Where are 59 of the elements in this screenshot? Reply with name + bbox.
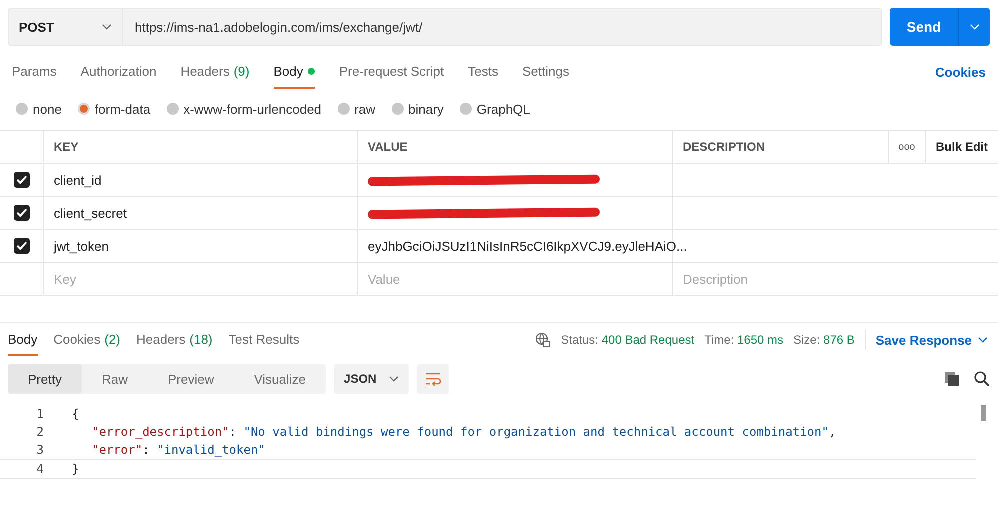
request-tab[interactable]: Body	[274, 56, 316, 88]
format-dropdown[interactable]: JSON	[334, 364, 409, 394]
checkbox[interactable]	[14, 205, 30, 221]
caret-icon	[102, 24, 112, 30]
caret-icon	[970, 24, 980, 30]
line-number: 3	[36, 443, 45, 457]
line-number: 1	[36, 407, 45, 421]
view-mode-tab[interactable]: Raw	[82, 364, 148, 394]
view-mode-tab[interactable]: Preview	[148, 364, 234, 394]
checkbox[interactable]	[14, 238, 30, 254]
wrap-lines-icon	[424, 372, 441, 386]
column-header: VALUE	[368, 140, 408, 154]
view-mode-tab[interactable]: Visualize	[234, 364, 326, 394]
status-info: Size: 876 B	[794, 333, 855, 347]
request-tab[interactable]: Pre-request Script	[339, 56, 444, 88]
code-line: "error": "invalid_token"	[91, 443, 266, 457]
response-tab[interactable]: Cookies (2)	[54, 324, 120, 356]
copy-icon[interactable]	[944, 371, 960, 387]
response-tab[interactable]: Headers (18)	[136, 324, 213, 356]
key-cell: client_secret	[54, 206, 127, 220]
request-tab[interactable]: Headers (9)	[180, 56, 250, 88]
url-field[interactable]: https://ims-na1.adobelogin.com/ims/exchange/jwt/	[123, 8, 882, 46]
line-number: 4	[36, 462, 45, 476]
code-line: {	[71, 407, 80, 421]
status-info: Status: 400 Bad Request	[561, 333, 695, 347]
column-header: KEY	[54, 140, 79, 154]
more-options-button[interactable]: ooo	[898, 142, 916, 152]
code-line: "error_description": "No valid bindings were found for organization and technical account combination",	[91, 425, 836, 439]
request-tab[interactable]: Params	[12, 56, 57, 88]
status-info: Time: 1650 ms	[704, 333, 784, 347]
request-tab[interactable]: Authorization	[80, 56, 157, 88]
checkbox[interactable]	[14, 172, 30, 188]
save-response-button[interactable]: Save Response	[876, 332, 988, 348]
body-type-radio[interactable]: form-data	[78, 102, 151, 116]
body-type-radio[interactable]: x-www-form-urlencoded	[166, 102, 322, 116]
scrollbar[interactable]	[981, 405, 986, 421]
cookies-link[interactable]: Cookies	[935, 64, 986, 80]
response-tab[interactable]: Body	[8, 324, 38, 356]
view-mode-tab[interactable]: Pretty	[8, 364, 82, 394]
method-dropdown[interactable]: POST	[8, 8, 123, 46]
request-tab[interactable]: Tests	[468, 56, 498, 88]
code-line: }	[71, 462, 80, 476]
column-header: DESCRIPTION	[683, 140, 766, 154]
request-tab[interactable]: Settings	[522, 56, 570, 88]
body-type-radio[interactable]: GraphQL	[460, 102, 530, 116]
response-tab[interactable]: Test Results	[228, 324, 300, 356]
globe-lock-icon	[535, 332, 552, 348]
key-cell: jwt_token	[54, 238, 109, 254]
body-type-radio[interactable]: binary	[392, 102, 444, 116]
caret-icon	[388, 376, 399, 382]
line-number: 2	[36, 425, 45, 439]
bulk-edit-button[interactable]: Bulk Edit	[936, 140, 988, 154]
caret-icon	[978, 337, 988, 343]
value-cell: eyJhbGciOiJSUzI1NiIsInR5cCI6IkpXVCJ9.eyJleHAiO...	[368, 238, 688, 254]
search-icon[interactable]	[974, 371, 990, 387]
body-type-radio[interactable]: none	[16, 102, 62, 116]
wrap-lines-button[interactable]	[416, 364, 449, 394]
key-cell: client_id	[54, 172, 102, 188]
body-type-radio[interactable]: raw	[338, 102, 376, 116]
